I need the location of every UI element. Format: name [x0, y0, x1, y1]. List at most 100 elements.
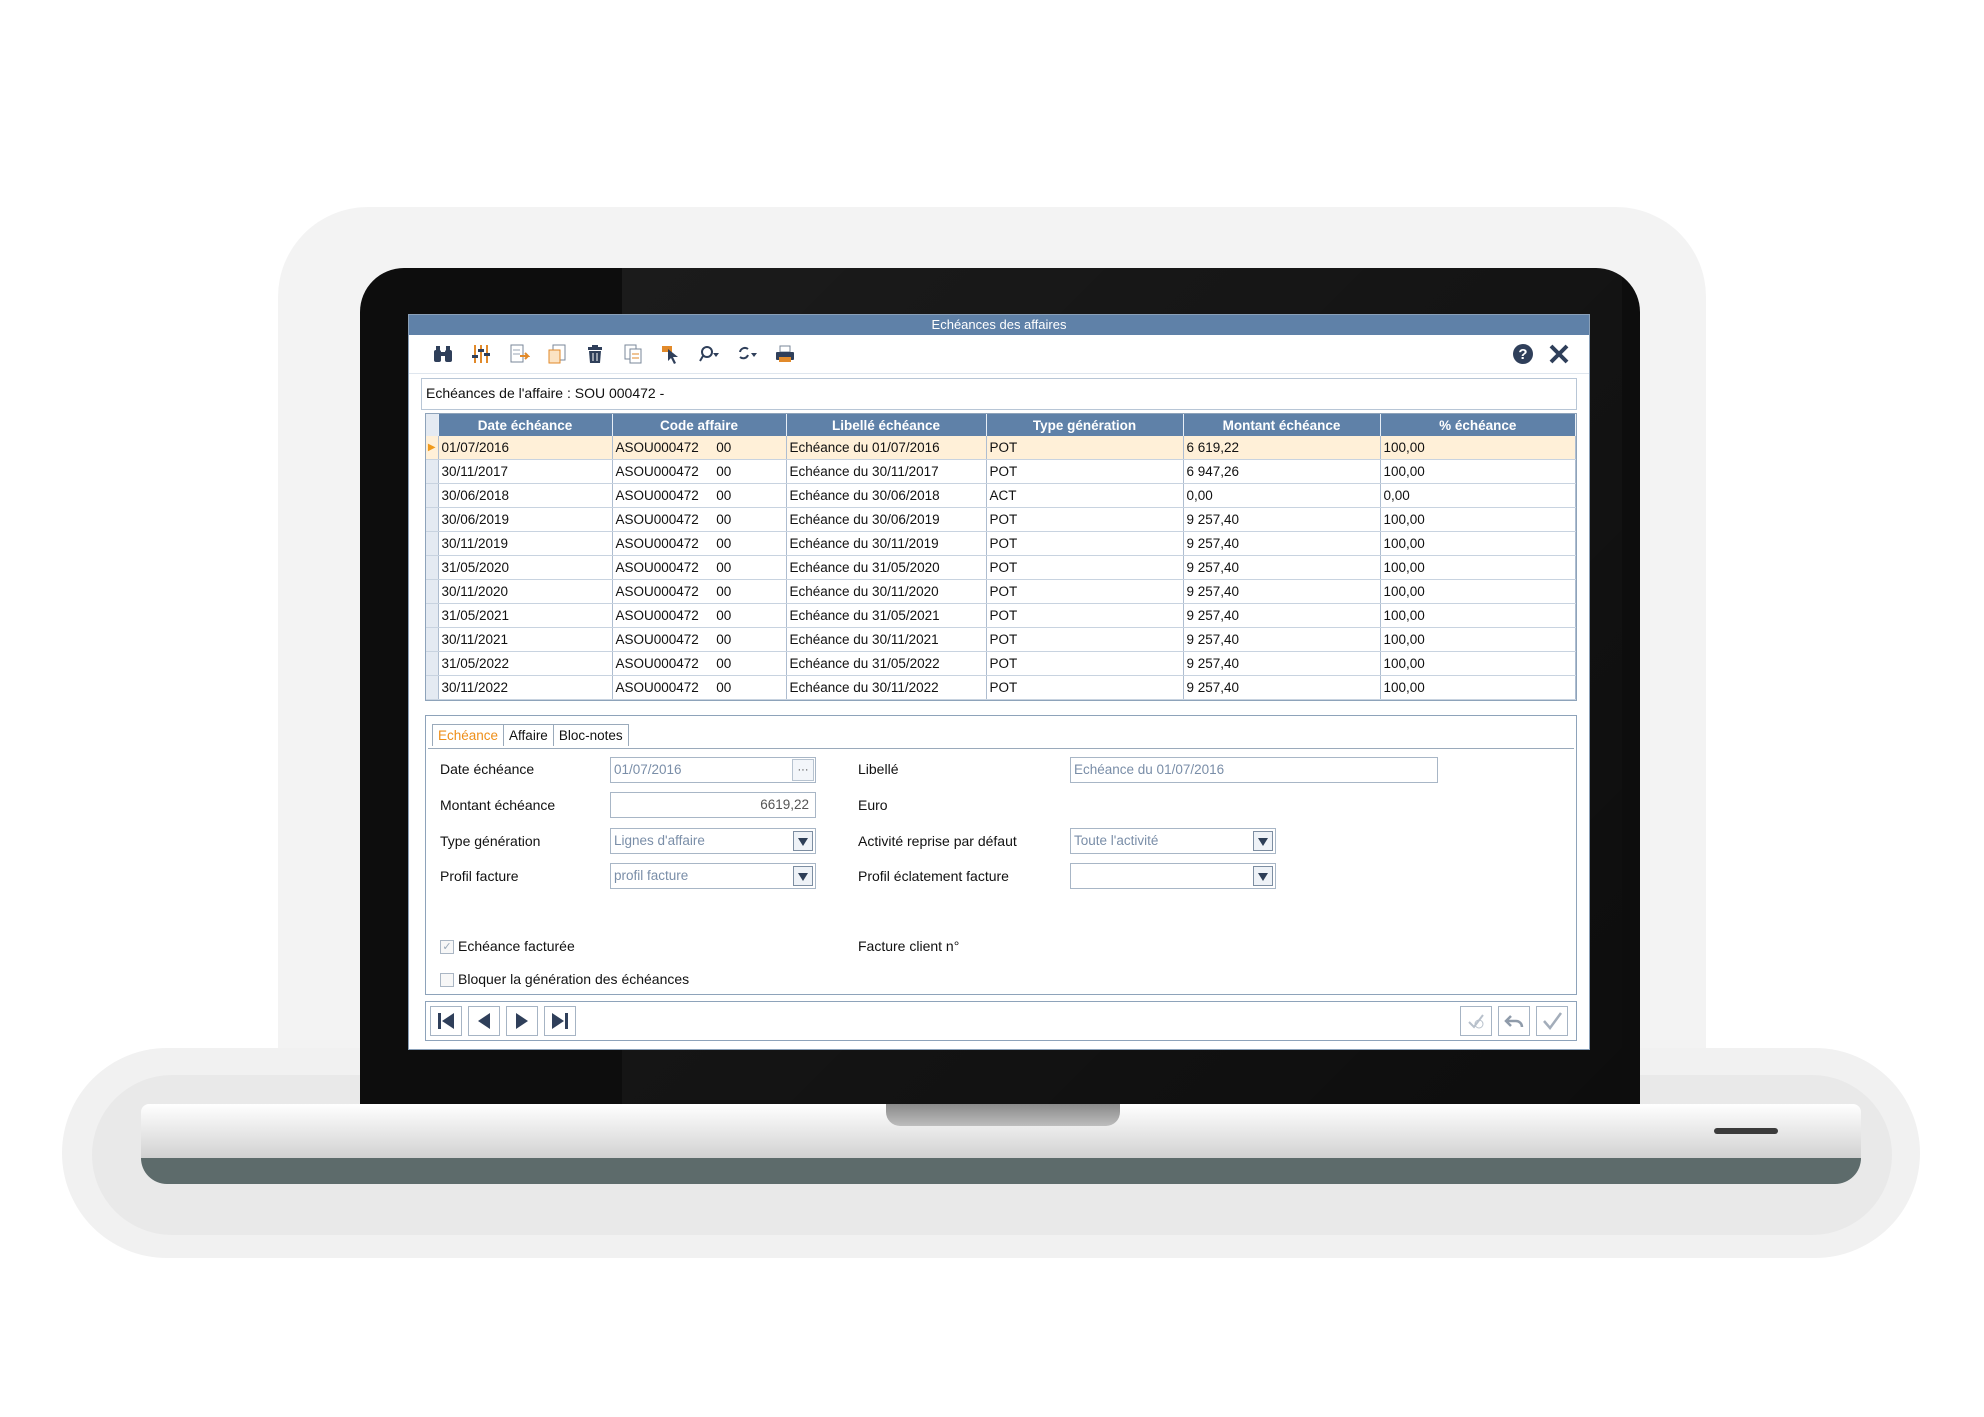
close-icon[interactable]	[1547, 342, 1571, 366]
tab-affaire[interactable]: Affaire	[503, 724, 554, 746]
column-header-type[interactable]: Type génération	[986, 414, 1184, 436]
cell-pct: 100,00	[1380, 675, 1576, 700]
profil-facture-select[interactable]: profil facture	[610, 863, 816, 889]
column-header-pct[interactable]: % échéance	[1380, 414, 1576, 436]
trash-icon[interactable]	[583, 342, 607, 366]
table-row[interactable]: 30/11/2017 ASOU000472 00 Echéance du 30/11/…	[426, 459, 1576, 484]
column-header-libelle[interactable]: Libellé échéance	[786, 414, 987, 436]
row-selector	[426, 459, 439, 484]
select-pointer-icon[interactable]	[659, 342, 683, 366]
date-picker-button[interactable]: ···	[792, 759, 814, 781]
cell-libelle: Echéance du 30/11/2021	[786, 627, 987, 652]
cell-code-suffix: 00	[716, 632, 732, 647]
chevron-down-icon[interactable]	[793, 866, 813, 886]
binoculars-icon[interactable]	[431, 342, 455, 366]
cell-type: POT	[986, 555, 1184, 580]
cell-code: ASOU000472 00	[612, 579, 787, 604]
undo-icon	[1504, 1015, 1524, 1028]
cell-pct: 100,00	[1380, 531, 1576, 556]
activite-label: Activité reprise par défaut	[858, 833, 1017, 849]
row-selector	[426, 483, 439, 508]
column-header-date[interactable]: Date échéance	[438, 414, 613, 436]
type-generation-select[interactable]: Lignes d'affaire	[610, 828, 816, 854]
table-row[interactable]: 30/11/2022 ASOU000472 00 Echéance du 30/11/…	[426, 675, 1576, 700]
table-row[interactable]: 30/11/2021 ASOU000472 00 Echéance du 30/11/…	[426, 627, 1576, 652]
tab-bloc-notes[interactable]: Bloc-notes	[552, 724, 629, 746]
table-row[interactable]: 30/06/2019 ASOU000472 00 Echéance du 30/06/…	[426, 507, 1576, 532]
cell-type: POT	[986, 531, 1184, 556]
confirm-button[interactable]	[1536, 1006, 1568, 1036]
chevron-down-icon[interactable]	[1253, 866, 1273, 886]
libelle-field[interactable]: Echéance du 01/07/2016	[1070, 757, 1438, 783]
cell-code: ASOU000472 00	[612, 531, 787, 556]
cell-montant: 9 257,40	[1183, 555, 1381, 580]
cell-type: POT	[986, 627, 1184, 652]
cell-code-value: ASOU000472	[615, 464, 699, 479]
row-selector	[426, 555, 439, 580]
cell-code: ASOU000472 00	[612, 483, 787, 508]
cell-date: 31/05/2021	[438, 603, 613, 628]
help-icon[interactable]: ?	[1511, 342, 1535, 366]
filter-settings-icon[interactable]	[469, 342, 493, 366]
table-row[interactable]: 30/06/2018 ASOU000472 00 Echéance du 30/06/…	[426, 483, 1576, 508]
cell-code: ASOU000472 00	[612, 436, 787, 460]
table-row[interactable]: 31/05/2022 ASOU000472 00 Echéance du 31/05/…	[426, 651, 1576, 676]
previous-record-icon	[478, 1013, 490, 1029]
duplicate-icon[interactable]	[621, 342, 645, 366]
cell-date: 30/11/2020	[438, 579, 613, 604]
cell-code: ASOU000472 00	[612, 603, 787, 628]
cell-code-value: ASOU000472	[615, 632, 699, 647]
echeances-grid[interactable]: Date échéance Code affaire Libellé échéa…	[425, 413, 1577, 701]
cell-libelle: Echéance du 30/11/2022	[786, 675, 987, 700]
laptop-base-bottom	[141, 1158, 1861, 1184]
facture-client-label: Facture client n°	[858, 938, 960, 954]
cell-code: ASOU000472 00	[612, 675, 787, 700]
app-window: Echéances des affaires ? Echéances de l'…	[408, 314, 1590, 1050]
cell-date: 30/11/2022	[438, 675, 613, 700]
table-row[interactable]: 31/05/2020 ASOU000472 00 Echéance du 31/05/…	[426, 555, 1576, 580]
table-row[interactable]: 30/11/2020 ASOU000472 00 Echéance du 30/11/…	[426, 579, 1576, 604]
cell-code-suffix: 00	[716, 488, 732, 503]
tab-echeance[interactable]: Echéance	[432, 724, 505, 746]
copy-file-icon[interactable]	[545, 342, 569, 366]
table-row[interactable]: 30/11/2019 ASOU000472 00 Echéance du 30/11/…	[426, 531, 1576, 556]
search-dropdown-icon[interactable]	[697, 342, 721, 366]
eclatement-select[interactable]	[1070, 863, 1276, 889]
detail-panel: Echéance Affaire Bloc-notes Date échéanc…	[425, 715, 1577, 995]
cell-code-value: ASOU000472	[615, 560, 699, 575]
row-selector	[426, 651, 439, 676]
table-row[interactable]: ▶ 01/07/2016 ASOU000472 00 Echéance du 01/07…	[426, 436, 1576, 460]
chevron-down-icon[interactable]	[793, 831, 813, 851]
record-navigation	[425, 1001, 1577, 1041]
undo-button[interactable]	[1498, 1006, 1530, 1036]
validate-disabled-button[interactable]	[1460, 1006, 1492, 1036]
cell-date: 30/11/2019	[438, 531, 613, 556]
previous-record-button[interactable]	[468, 1006, 500, 1036]
first-record-button[interactable]	[430, 1006, 462, 1036]
column-header-montant[interactable]: Montant échéance	[1183, 414, 1381, 436]
profil-facture-value: profil facture	[614, 868, 689, 883]
montant-echeance-field[interactable]: 6619,22	[610, 792, 816, 818]
chevron-down-icon[interactable]	[1253, 831, 1273, 851]
cell-pct: 100,00	[1380, 627, 1576, 652]
toolbar: ?	[409, 335, 1589, 374]
table-row[interactable]: 31/05/2021 ASOU000472 00 Echéance du 31/05/…	[426, 603, 1576, 628]
cell-date: 31/05/2020	[438, 555, 613, 580]
next-record-button[interactable]	[506, 1006, 538, 1036]
cell-code: ASOU000472 00	[612, 507, 787, 532]
last-record-button[interactable]	[544, 1006, 576, 1036]
activite-select[interactable]: Toute l'activité	[1070, 828, 1276, 854]
facturee-checkbox[interactable]: ✓	[440, 940, 454, 954]
date-echeance-field[interactable]: 01/07/2016 ···	[610, 757, 816, 783]
cell-code-suffix: 00	[716, 584, 732, 599]
refresh-dropdown-icon[interactable]	[735, 342, 759, 366]
column-header-code[interactable]: Code affaire	[612, 414, 787, 436]
row-selector	[426, 603, 439, 628]
cell-libelle: Echéance du 30/11/2017	[786, 459, 987, 484]
export-icon[interactable]	[507, 342, 531, 366]
bloquer-checkbox[interactable]	[440, 973, 454, 987]
cell-type: POT	[986, 675, 1184, 700]
printer-icon[interactable]	[773, 342, 797, 366]
cell-code-suffix: 00	[716, 656, 732, 671]
cell-code-suffix: 00	[716, 512, 732, 527]
